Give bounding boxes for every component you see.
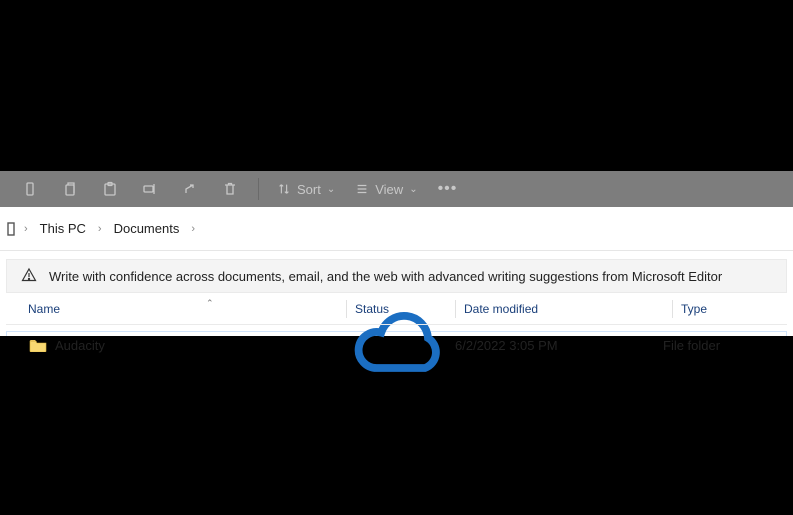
column-header-name-label: Name [28, 302, 60, 316]
chevron-down-icon: ⌄ [409, 184, 417, 195]
folder-icon [29, 338, 47, 352]
row-type: File folder [663, 338, 720, 353]
sort-label: Sort [297, 182, 321, 197]
nav-partial-icon [6, 222, 16, 236]
window-blackspace-top [0, 0, 793, 171]
toolbar: Sort ⌄ View ⌄ ••• [0, 171, 793, 207]
chevron-right-icon: › [96, 223, 104, 235]
row-date: 6/2/2022 3:05 PM [455, 338, 558, 353]
breadcrumb-this-pc[interactable]: This PC [36, 217, 90, 240]
delete-icon[interactable] [210, 171, 250, 207]
breadcrumb-documents[interactable]: Documents [110, 217, 184, 240]
column-header-type-label: Type [681, 302, 707, 316]
row-name-cell: Audacity [29, 338, 347, 353]
share-icon[interactable] [170, 171, 210, 207]
row-type-cell: File folder [663, 338, 786, 353]
column-divider [455, 300, 456, 318]
column-header-status-label: Status [355, 302, 389, 316]
sort-button[interactable]: Sort ⌄ [267, 171, 345, 207]
banner-text: Write with confidence across documents, … [49, 269, 722, 284]
cloud-icon [347, 374, 455, 389]
row-name: Audacity [55, 338, 105, 353]
warning-icon [21, 267, 37, 286]
chevron-down-icon: ⌄ [327, 184, 335, 195]
column-header-name[interactable]: Name ⌃ [28, 302, 346, 316]
column-header-date-label: Date modified [464, 302, 538, 316]
column-header-status[interactable]: Status [355, 302, 455, 316]
paste-icon[interactable] [90, 171, 130, 207]
column-divider [672, 300, 673, 318]
copy-icon[interactable] [50, 171, 90, 207]
view-label: View [375, 182, 403, 197]
address-bar: › This PC › Documents › [0, 207, 793, 251]
chevron-right-icon: › [189, 223, 197, 235]
column-header-date[interactable]: Date modified [464, 302, 672, 316]
view-button[interactable]: View ⌄ [345, 171, 427, 207]
column-header-type[interactable]: Type [681, 302, 787, 316]
chevron-right-icon: › [22, 223, 30, 235]
toolbar-divider [258, 178, 259, 200]
rename-icon[interactable] [130, 171, 170, 207]
sort-indicator-icon: ⌃ [206, 298, 214, 309]
column-divider [346, 300, 347, 318]
cut-icon[interactable] [10, 171, 50, 207]
content-area: › This PC › Documents › Write with confi… [0, 207, 793, 336]
column-headers: Name ⌃ Status Date modified Type [6, 293, 787, 325]
more-button[interactable]: ••• [428, 171, 468, 207]
editor-banner: Write with confidence across documents, … [6, 259, 787, 293]
row-date-cell: 6/2/2022 3:05 PM [455, 338, 663, 353]
